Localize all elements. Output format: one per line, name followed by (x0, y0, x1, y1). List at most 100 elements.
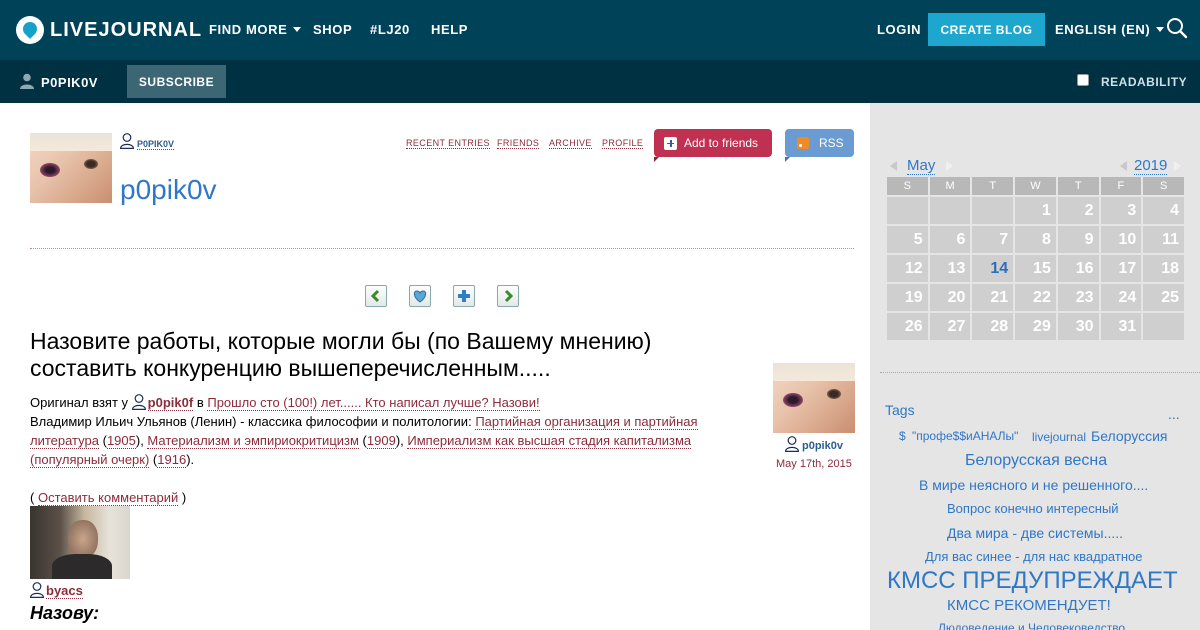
tag-item[interactable]: Вопрос конечно интересный (947, 501, 1119, 516)
livejournal-logo-icon (16, 16, 44, 44)
nav-help[interactable]: HELP (431, 22, 468, 37)
tell-a-friend-icon[interactable] (453, 285, 475, 307)
memories-icon[interactable] (409, 285, 431, 307)
calendar-day[interactable]: 11 (1143, 226, 1184, 253)
previous-entry-icon[interactable] (365, 285, 387, 307)
calendar-day[interactable]: 15 (1015, 255, 1056, 282)
add-to-friends-label: Add to friends (684, 136, 759, 150)
work-link-2[interactable]: Материализм и эмпириокритицизм (147, 433, 359, 449)
tag-item[interactable]: Белорусская весна (965, 452, 1107, 470)
link-recent-entries[interactable]: RECENT ENTRIES (406, 138, 490, 149)
calendar-next-month-icon[interactable] (946, 161, 953, 171)
leave-comment-link[interactable]: Оставить комментарий (37, 490, 179, 506)
calendar-day[interactable]: 1 (1015, 197, 1056, 224)
calendar-prev-year-icon[interactable] (1120, 161, 1127, 171)
calendar-prev-month-icon[interactable] (890, 161, 897, 171)
calendar-empty-cell (887, 197, 928, 224)
calendar-day[interactable]: 2 (1057, 197, 1099, 224)
source-post-link[interactable]: Прошло сто (100!) лет...... Кто написал … (207, 395, 540, 411)
calendar-day[interactable]: 12 (887, 255, 928, 282)
link-profile[interactable]: PROFILE (602, 138, 644, 149)
next-entry-icon[interactable] (497, 285, 519, 307)
readability-checkbox[interactable] (1077, 74, 1089, 86)
header-username-link[interactable]: P0PIK0V (137, 139, 175, 150)
author-userpic[interactable] (773, 363, 855, 433)
tags-more-link[interactable]: ... (1168, 406, 1180, 422)
calendar-day[interactable]: 17 (1100, 255, 1142, 282)
calendar-day[interactable]: 4 (1143, 197, 1184, 224)
create-blog-button[interactable]: CREATE BLOG (928, 13, 1045, 46)
tag-item[interactable]: КМСС РЕКОМЕНДУЕТ! (947, 597, 1111, 614)
user-icon[interactable] (30, 582, 44, 598)
journal-userpic[interactable] (30, 133, 112, 203)
post-date[interactable]: May 17th, 2015 (776, 458, 852, 470)
calendar-day[interactable]: 6 (929, 226, 971, 253)
calendar-day[interactable]: 22 (1015, 284, 1056, 311)
calendar-day[interactable]: 20 (929, 284, 971, 311)
link-friends[interactable]: FRIENDS (497, 138, 540, 149)
calendar-day[interactable]: 9 (1057, 226, 1099, 253)
language-selector[interactable]: ENGLISH (EN) (1055, 22, 1164, 37)
calendar-next-year-icon[interactable] (1174, 161, 1181, 171)
tag-item[interactable]: Белоруссия (1091, 428, 1168, 444)
user-icon[interactable] (785, 436, 799, 452)
work-year-3[interactable]: 1916 (157, 452, 187, 468)
journal-username[interactable]: P0PIK0V (41, 75, 98, 90)
calendar-day[interactable]: 25 (1143, 284, 1184, 311)
post-body: Оригинал взят у p0pik0f в Прошло сто (10… (30, 394, 698, 506)
calendar-day[interactable]: 8 (1015, 226, 1056, 253)
tag-item[interactable]: $ (899, 429, 906, 443)
search-icon[interactable] (1166, 17, 1188, 39)
tag-item[interactable]: КМСС ПРЕДУПРЕЖДАЕТ (887, 567, 1178, 595)
livejournal-logo[interactable]: LIVEJOURNAL (16, 16, 202, 44)
source-user-link[interactable]: p0pik0f (147, 395, 194, 411)
nav-find-more[interactable]: FIND MORE (209, 22, 301, 37)
add-to-friends-button[interactable]: Add to friends (654, 129, 772, 162)
calendar-day[interactable]: 19 (887, 284, 928, 311)
calendar-day[interactable]: 13 (929, 255, 971, 282)
tag-item[interactable]: livejournal (1032, 430, 1086, 444)
journal-title[interactable]: p0pik0v (120, 174, 217, 206)
calendar-day[interactable]: 5 (887, 226, 928, 253)
calendar-day[interactable]: 26 (887, 313, 928, 340)
commenter-userpic[interactable] (30, 506, 130, 579)
user-icon[interactable] (131, 394, 146, 410)
calendar-day[interactable]: 7 (972, 226, 1014, 253)
tag-item[interactable]: Людоведение и Человековедство (938, 621, 1125, 630)
calendar-day[interactable]: 21 (972, 284, 1014, 311)
nav-lj20[interactable]: #LJ20 (370, 22, 410, 37)
readability-label[interactable]: READABILITY (1101, 75, 1187, 89)
weekday: M (929, 177, 971, 195)
calendar-day[interactable]: 14 (972, 255, 1014, 282)
weekday: S (887, 177, 928, 195)
login-link[interactable]: LOGIN (877, 22, 921, 37)
source-in: в (196, 395, 204, 410)
calendar-month-link[interactable]: May (907, 157, 936, 175)
rss-button[interactable]: RSS (785, 129, 854, 162)
tag-item[interactable]: Для вас синее - для нас квадратное (925, 549, 1142, 564)
calendar-day[interactable]: 24 (1100, 284, 1142, 311)
calendar-day[interactable]: 18 (1143, 255, 1184, 282)
calendar-day[interactable]: 31 (1100, 313, 1142, 340)
user-icon[interactable] (120, 133, 134, 149)
calendar-day[interactable]: 27 (929, 313, 971, 340)
calendar-day[interactable]: 30 (1057, 313, 1099, 340)
calendar-day[interactable]: 23 (1057, 284, 1099, 311)
calendar-day[interactable]: 16 (1057, 255, 1099, 282)
link-archive[interactable]: ARCHIVE (549, 138, 592, 149)
calendar-day[interactable]: 3 (1100, 197, 1142, 224)
work-year-2[interactable]: 1909 (366, 433, 396, 449)
commenter-username-link[interactable]: byacs (46, 583, 83, 599)
calendar-year-link[interactable]: 2019 (1134, 157, 1168, 175)
tag-item[interactable]: "профе$$иАНАЛы" (912, 429, 1018, 443)
commenter: byacs (30, 582, 83, 599)
calendar-day[interactable]: 28 (972, 313, 1014, 340)
tag-item[interactable]: В мире неясного и не решенного.... (919, 477, 1148, 493)
author-username-link[interactable]: p0pik0v (802, 440, 843, 452)
work-year-1[interactable]: 1905 (106, 433, 136, 449)
calendar-day[interactable]: 29 (1015, 313, 1056, 340)
subscribe-button[interactable]: SUBSCRIBE (127, 65, 226, 98)
tag-item[interactable]: Два мира - две системы..... (947, 525, 1123, 541)
nav-shop[interactable]: SHOP (313, 22, 352, 37)
calendar-day[interactable]: 10 (1100, 226, 1142, 253)
